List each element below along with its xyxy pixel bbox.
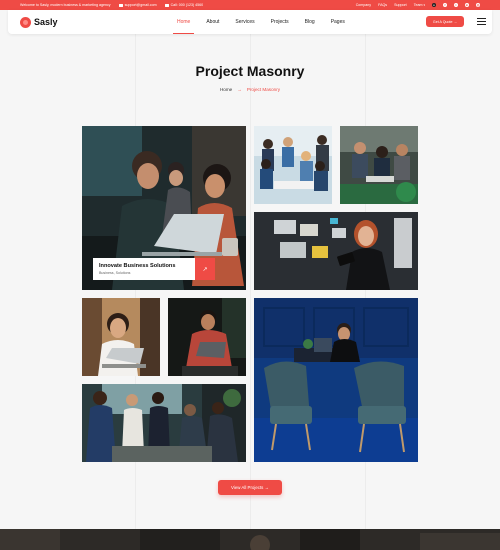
featured-project-category: Business, Solutions	[99, 271, 131, 275]
project-image-woman-laptop[interactable]	[82, 298, 160, 376]
top-bar: Welcome to Sasly, modern business & mark…	[0, 0, 500, 10]
arrow-up-right-icon[interactable]: ↗	[195, 258, 215, 280]
featured-project-card[interactable]: Innovate Business Solutions Business, So…	[93, 258, 215, 280]
nav-projects[interactable]: Projects	[271, 10, 289, 34]
breadcrumb: Home → Project Masonry	[0, 87, 500, 92]
twitter-icon[interactable]: t	[454, 3, 458, 7]
linkedin-icon[interactable]: in	[465, 3, 469, 7]
menu-icon[interactable]	[477, 18, 486, 25]
logo-mark-icon	[20, 16, 31, 28]
nav-services[interactable]: Services	[235, 10, 254, 34]
breadcrumb-arrow-icon: →	[237, 87, 242, 92]
project-image-blue-lounge[interactable]	[254, 298, 418, 462]
logo[interactable]: Sasly	[20, 16, 58, 28]
project-gallery	[82, 126, 418, 462]
facebook-icon[interactable]: f	[443, 3, 447, 7]
project-image-man-laptop[interactable]	[168, 298, 246, 376]
user-icon[interactable]: ●	[432, 3, 436, 7]
breadcrumb-home[interactable]: Home	[220, 87, 232, 92]
welcome-text: Welcome to Sasly, modern business & mark…	[20, 3, 111, 7]
phone-link[interactable]: Call: 000 (123) 4560	[164, 3, 203, 7]
nav-about[interactable]: About	[206, 10, 219, 34]
nav-blog[interactable]: Blog	[305, 10, 315, 34]
footer-image-strip	[0, 529, 500, 550]
get-quote-button[interactable]: Get A Quote →	[426, 16, 464, 27]
topbar-link-faqs[interactable]: FAQs	[378, 3, 387, 7]
topbar-link-support[interactable]: Support	[394, 3, 407, 7]
instagram-icon[interactable]: ◎	[476, 3, 480, 7]
breadcrumb-current: Project Masonry	[246, 87, 281, 92]
view-all-projects-button[interactable]: View All Projects →	[218, 480, 282, 495]
nav-pages[interactable]: Pages	[331, 10, 345, 34]
email-link[interactable]: support@gmail.com	[118, 3, 157, 7]
project-image-team-discussion[interactable]	[82, 384, 246, 462]
topbar-link-team[interactable]: Team▾	[414, 3, 425, 7]
site-header: Sasly Home About Services Projects Blog …	[8, 10, 492, 34]
phone-icon	[164, 3, 169, 7]
logo-text: Sasly	[34, 17, 58, 27]
mail-icon	[118, 3, 123, 7]
project-image-office-meeting[interactable]	[254, 126, 332, 204]
page-title: Project Masonry	[195, 63, 305, 79]
project-image-team-collaboration[interactable]	[340, 126, 418, 204]
featured-project-title[interactable]: Innovate Business Solutions	[99, 263, 195, 269]
topbar-link-company[interactable]: Company	[356, 3, 371, 7]
nav-home[interactable]: Home	[172, 10, 195, 34]
project-image-woman-tablet[interactable]	[254, 212, 418, 290]
main-nav: Home About Services Projects Blog Pages	[172, 10, 345, 34]
chevron-down-icon: ▾	[423, 3, 425, 7]
